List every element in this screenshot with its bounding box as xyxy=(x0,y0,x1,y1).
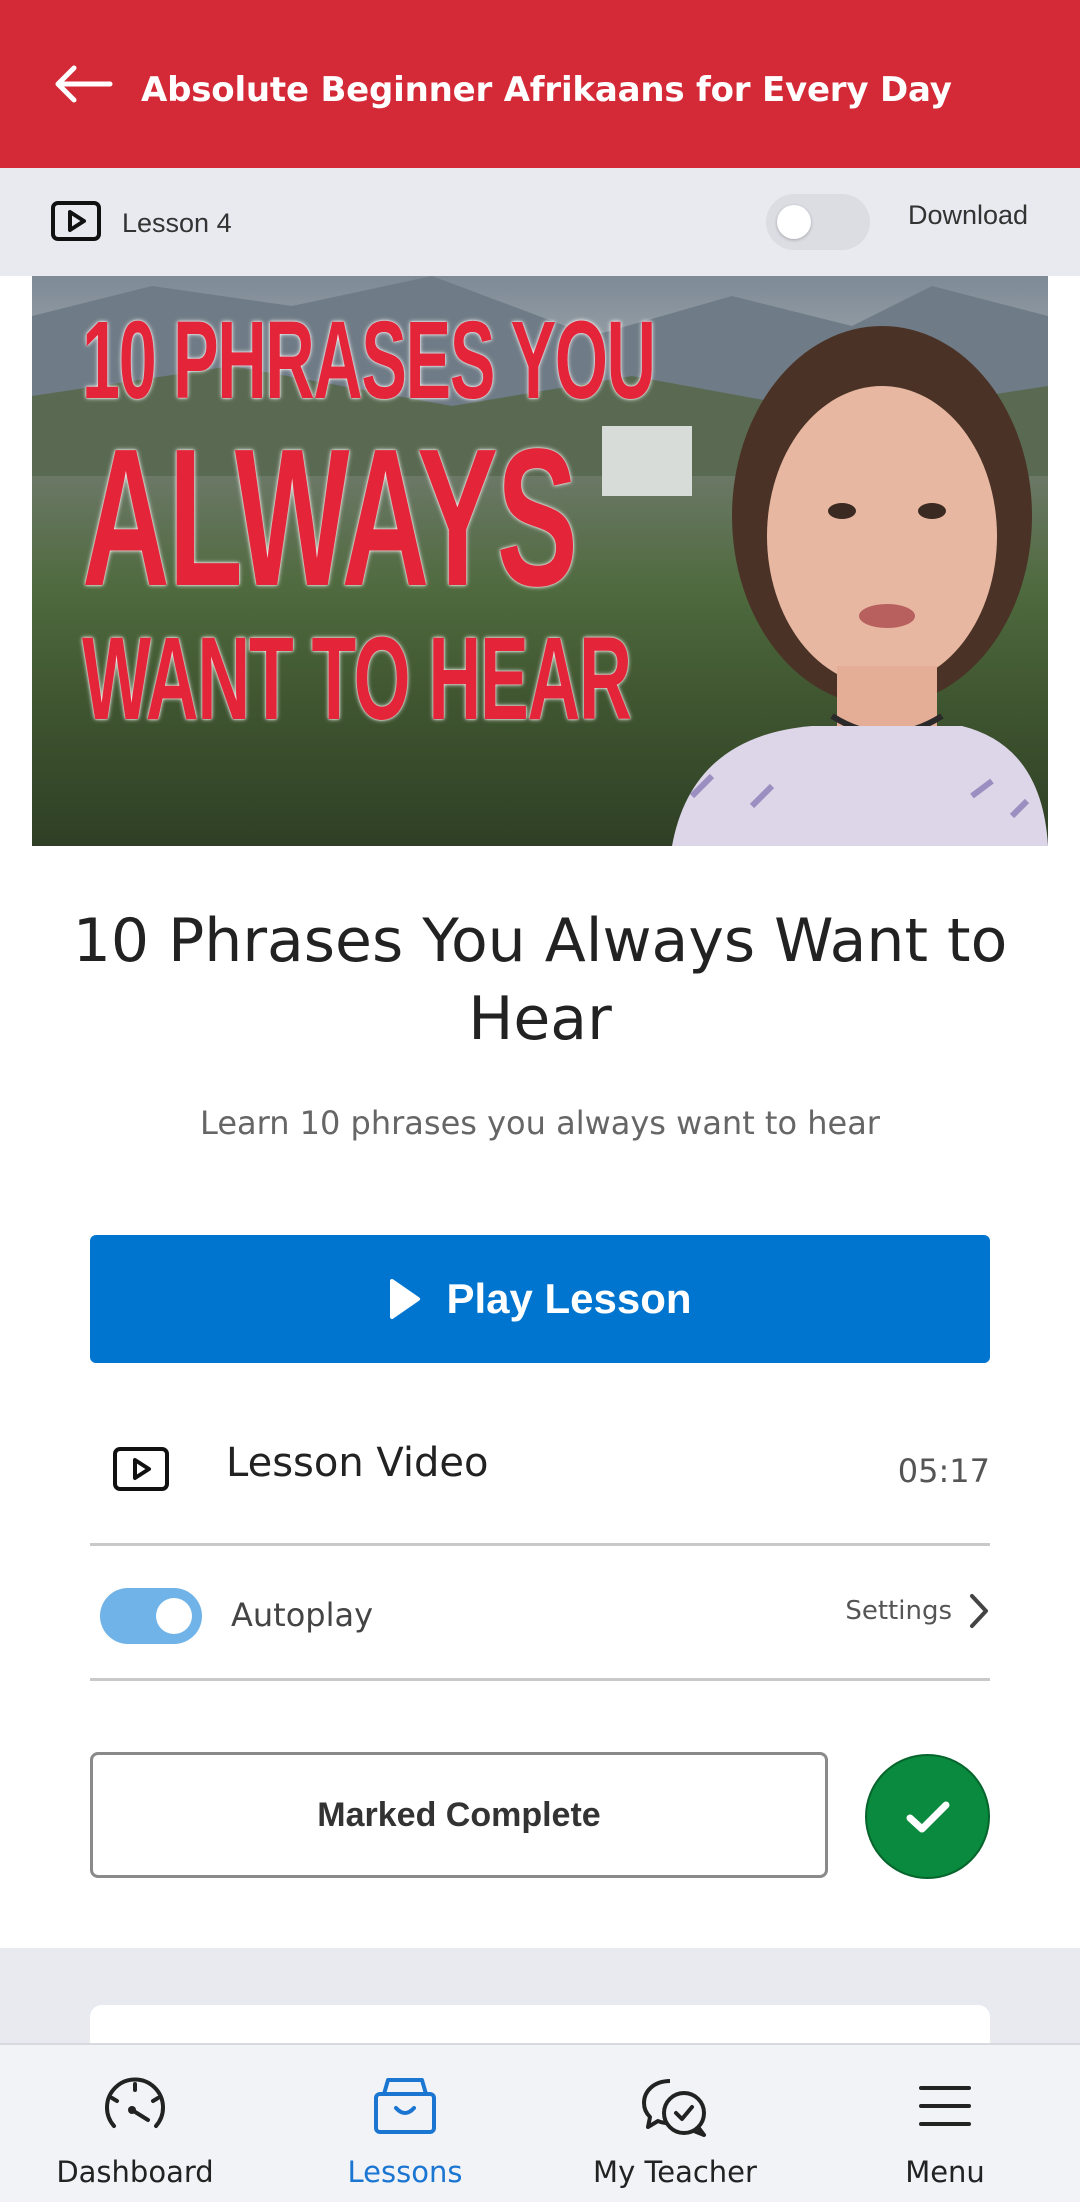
chevron-right-icon xyxy=(970,1594,988,1628)
nav-label-lessons: Lessons xyxy=(347,2155,463,2189)
nav-label-my-teacher: My Teacher xyxy=(593,2155,757,2189)
lesson-title: 10 Phrases You Always Want to Hear xyxy=(72,906,1008,1054)
lesson-number: Lesson 4 xyxy=(122,208,232,238)
marked-complete-button[interactable]: Marked Complete xyxy=(90,1752,828,1878)
download-toggle[interactable] xyxy=(766,194,870,250)
video-icon xyxy=(113,1447,169,1491)
autoplay-row: Autoplay Settings xyxy=(90,1546,990,1681)
dashboard-gauge-icon xyxy=(105,2077,165,2128)
nav-item-my-teacher[interactable]: My Teacher xyxy=(540,2045,810,2202)
thumbnail-line-2: ALWAYS xyxy=(82,408,578,627)
page-title: Absolute Beginner Afrikaans for Every Da… xyxy=(141,70,952,110)
app-header: Absolute Beginner Afrikaans for Every Da… xyxy=(0,0,1080,168)
lessons-box-icon xyxy=(374,2078,436,2134)
thumbnail-title-text: 10 PHRASES YOU ALWAYS WANT TO HEAR xyxy=(82,299,656,745)
complete-check-button[interactable] xyxy=(865,1754,990,1879)
toggle-knob xyxy=(156,1598,192,1634)
nav-label-dashboard: Dashboard xyxy=(56,2155,214,2189)
checkmark-icon xyxy=(906,1801,949,1832)
lesson-video-row[interactable]: Lesson Video 05:17 xyxy=(90,1400,990,1546)
presenter-image xyxy=(672,326,1048,846)
lesson-video-duration: 05:17 xyxy=(897,1452,990,1490)
nav-item-menu[interactable]: Menu xyxy=(810,2045,1080,2202)
settings-link[interactable]: Settings xyxy=(845,1592,990,1630)
play-lesson-label: Play Lesson xyxy=(446,1275,692,1322)
nav-item-lessons[interactable]: Lessons xyxy=(270,2045,540,2202)
nav-item-dashboard[interactable]: Dashboard xyxy=(0,2045,270,2202)
lesson-thumbnail[interactable]: 10 PHRASES YOU ALWAYS WANT TO HEAR xyxy=(32,276,1048,846)
lesson-description: Learn 10 phrases you always want to hear xyxy=(200,1104,880,1142)
thumbnail-line-1: 10 PHRASES YOU xyxy=(82,299,656,422)
autoplay-label: Autoplay xyxy=(231,1596,374,1634)
lesson-video-label: Lesson Video xyxy=(226,1440,489,1486)
download-label: Download xyxy=(908,200,1029,230)
chat-bubbles-icon xyxy=(642,2079,706,2137)
back-arrow-icon xyxy=(55,65,113,103)
autoplay-toggle[interactable] xyxy=(100,1588,202,1644)
hamburger-menu-icon xyxy=(919,2086,971,2126)
nav-label-menu: Menu xyxy=(905,2155,985,2189)
back-button[interactable] xyxy=(52,64,114,104)
thumbnail-line-3: WANT TO HEAR xyxy=(82,613,632,745)
video-lesson-icon xyxy=(51,201,101,241)
play-lesson-button[interactable]: Play Lesson xyxy=(90,1235,990,1363)
toggle-knob xyxy=(777,205,811,239)
settings-label: Settings xyxy=(845,1596,952,1626)
bottom-navigation: Dashboard Lessons My Teacher Menu xyxy=(0,2043,1080,2202)
marked-complete-label: Marked Complete xyxy=(317,1795,601,1834)
play-icon xyxy=(390,1279,421,1319)
